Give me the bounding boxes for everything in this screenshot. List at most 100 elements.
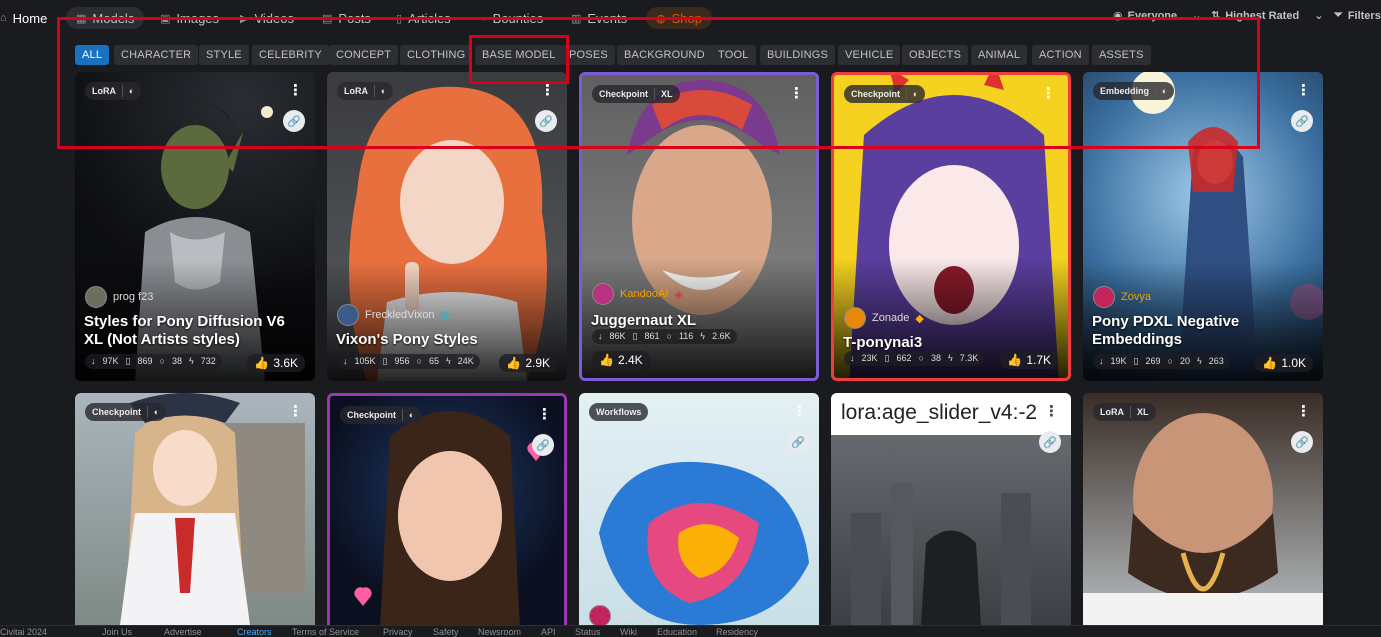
category-tool[interactable]: TOOL: [711, 45, 756, 65]
link-icon[interactable]: 🔗: [283, 110, 305, 132]
link-icon[interactable]: 🔗: [1291, 431, 1313, 453]
download-icon: ↓: [598, 331, 603, 341]
footer-link[interactable]: API: [541, 627, 556, 637]
nav-articles[interactable]: ▯ Articles: [396, 7, 451, 29]
verified-icon: ◈: [674, 288, 683, 301]
category-celebrity[interactable]: CELEBRITY: [252, 45, 329, 65]
footer-link[interactable]: Creators: [237, 627, 272, 637]
type-badge: Checkpoint XL: [592, 85, 680, 103]
model-card[interactable]: Embedding ◐ ⋮ 🔗 Zovya Pony PDXL Negative …: [1083, 72, 1323, 381]
model-card[interactable]: LoRA XL ⋮ 🔗: [1083, 393, 1323, 625]
creator[interactable]: FreckledVixon ✿: [337, 304, 450, 326]
likes-badge: 👍 1.7K: [1000, 351, 1058, 369]
footer-brand: Civitai 2024: [0, 627, 48, 637]
filters-button[interactable]: ⏷ Filters: [1334, 9, 1381, 22]
card-title: Pony PDXL Negative Embeddings: [1092, 313, 1240, 348]
more-options-icon[interactable]: ⋮: [540, 83, 555, 98]
link-icon[interactable]: 🔗: [787, 431, 809, 453]
more-options-icon[interactable]: ⋮: [288, 404, 303, 419]
category-style[interactable]: STYLE: [199, 45, 249, 65]
creator[interactable]: prog f23: [85, 286, 153, 308]
nav-images[interactable]: ▣ Images: [160, 7, 219, 29]
likes-badge: 👍 3.6K: [247, 354, 305, 372]
avatar: [337, 304, 359, 326]
link-icon[interactable]: 🔗: [1039, 431, 1061, 453]
bolt-icon: ϟ: [1196, 356, 1202, 366]
footer-link[interactable]: Privacy: [383, 627, 413, 637]
more-options-icon[interactable]: ⋮: [789, 86, 804, 101]
model-card[interactable]: lora:age_slider_v4:-2 ⋮ 🔗: [831, 393, 1071, 625]
home-icon: ⌂: [0, 12, 7, 24]
audience-select[interactable]: ◉ Everyone ⌄: [1113, 9, 1201, 23]
creator[interactable]: jbiv: [589, 605, 634, 625]
nav-bounties[interactable]: ◒ Bounties: [480, 7, 543, 29]
comment-icon: ○: [416, 356, 422, 366]
type-badge: Checkpoint ◐: [844, 85, 926, 103]
more-options-icon[interactable]: ⋮: [537, 407, 552, 422]
card-title: Vixon's Pony Styles: [336, 331, 478, 348]
bolt-icon: ϟ: [445, 356, 451, 366]
model-card[interactable]: Checkpoint ◐ ⋮ Zonade ◆ T-ponynai3 ↓ 23K ▯ 66…: [831, 72, 1071, 381]
footer-link[interactable]: Wiki: [620, 627, 637, 637]
footer-link[interactable]: Join Us: [102, 627, 132, 637]
category-poses[interactable]: POSES: [562, 45, 615, 65]
model-card[interactable]: Checkpoint ◐ ⋮ 🔗: [327, 393, 567, 625]
calendar-icon: ▥: [571, 12, 582, 25]
footer-link[interactable]: Safety: [433, 627, 459, 637]
comment-icon: ○: [666, 331, 672, 341]
category-background[interactable]: BACKGROUND: [617, 45, 712, 65]
creator[interactable]: Zonade ◆: [844, 307, 924, 329]
footer-link[interactable]: Residency: [716, 627, 758, 637]
comment-icon: ○: [918, 353, 924, 363]
more-options-icon[interactable]: ⋮: [1041, 86, 1056, 101]
category-action[interactable]: ACTION: [1032, 45, 1089, 65]
nav-videos[interactable]: ▶ Videos: [240, 7, 294, 29]
model-card[interactable]: LoRA ◐ ⋮ 🔗 prog f23 Styles for Pony Diffu…: [75, 72, 315, 381]
avatar: [592, 283, 614, 305]
thumbs-up-icon: 👍: [1262, 356, 1278, 370]
download-icon: ↓: [343, 356, 348, 366]
link-icon[interactable]: 🔗: [1291, 110, 1313, 132]
card-stats: ↓ 23K ▯ 662 ○ 38 ϟ 7.3K: [844, 351, 985, 366]
abstract-fluid-art: [599, 461, 809, 625]
footer-link[interactable]: Advertise: [164, 627, 202, 637]
model-card[interactable]: Checkpoint ◐ ⋮: [75, 393, 315, 625]
likes-badge: 👍 2.9K: [499, 354, 557, 372]
nav-shop[interactable]: ◍ Shop: [646, 7, 712, 29]
bounty-icon: ◒: [480, 12, 487, 24]
category-concept[interactable]: CONCEPT: [329, 45, 399, 65]
nav-posts[interactable]: ▤ Posts: [322, 7, 371, 29]
image-icon: ▣: [160, 12, 171, 25]
more-options-icon[interactable]: ⋮: [1296, 83, 1311, 98]
avatar: [85, 286, 107, 308]
link-icon[interactable]: 🔗: [532, 434, 554, 456]
footer-link[interactable]: Education: [657, 627, 697, 637]
link-icon[interactable]: 🔗: [535, 110, 557, 132]
nav-models[interactable]: ▦ Models: [66, 7, 145, 29]
category-all[interactable]: ALL: [75, 45, 110, 65]
footer-link[interactable]: Newsroom: [478, 627, 521, 637]
category-clothing[interactable]: CLOTHING: [400, 45, 473, 65]
more-options-icon[interactable]: ⋮: [1296, 404, 1311, 419]
creator[interactable]: KandooAI ◈: [592, 283, 683, 305]
category-base-model[interactable]: BASE MODEL: [475, 45, 563, 65]
model-card[interactable]: LoRA ◐ ⋮ 🔗 FreckledVixon ✿ Vixon's Pony St…: [327, 72, 567, 381]
creator[interactable]: Zovya: [1093, 286, 1151, 308]
top-nav: ⌂ Home ▦ Models ▣ Images ▶ Videos ▤ Posts ▯ Ar…: [0, 0, 1381, 36]
model-card[interactable]: Checkpoint XL ⋮ KandooAI ◈ Juggernaut XL ↓…: [579, 72, 819, 381]
more-options-icon[interactable]: ⋮: [288, 83, 303, 98]
sort-select[interactable]: ⇅ Highest Rated ⌄: [1211, 9, 1323, 23]
category-animal[interactable]: ANIMAL: [971, 45, 1028, 65]
footer-link[interactable]: Status: [575, 627, 601, 637]
category-character[interactable]: CHARACTER: [114, 45, 199, 65]
footer-link[interactable]: Terms of Service: [292, 627, 359, 637]
nav-events[interactable]: ▥ Events: [571, 7, 627, 29]
more-options-icon[interactable]: ⋮: [792, 404, 807, 419]
nav-home[interactable]: ⌂ Home: [0, 7, 47, 29]
category-assets[interactable]: ASSETS: [1092, 45, 1151, 65]
category-buildings[interactable]: BUILDINGS: [760, 45, 836, 65]
category-vehicle[interactable]: VEHICLE: [838, 45, 901, 65]
more-options-icon[interactable]: ⋮: [1044, 404, 1059, 419]
category-objects[interactable]: OBJECTS: [902, 45, 969, 65]
model-card[interactable]: Workflows ⋮ 🔗 jbiv: [579, 393, 819, 625]
